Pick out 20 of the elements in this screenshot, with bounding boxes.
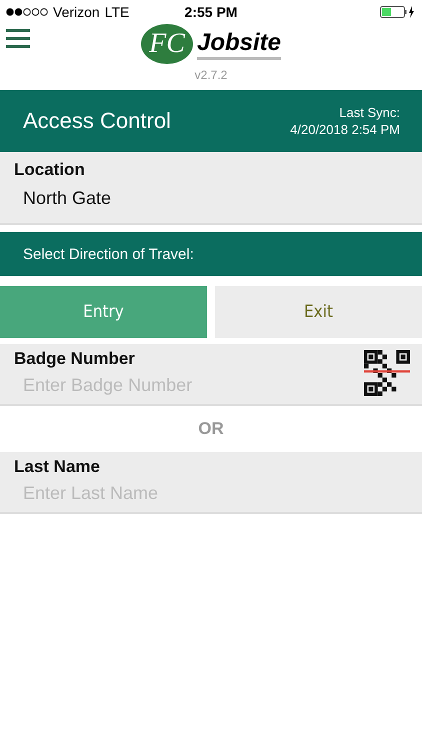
version-text: v2.7.2 [194,68,228,82]
network-text: LTE [104,4,130,20]
menu-button[interactable] [6,28,30,50]
location-value: North Gate [22,187,112,210]
logo-text: Jobsite [196,28,282,60]
sync-time: 4/20/2018 2:54 PM [290,121,400,138]
location-label: Location [14,160,86,180]
last-name-label: Last Name [14,457,101,477]
battery-charging-icon [380,6,416,18]
qr-code-scanner-icon[interactable] [364,350,410,396]
direction-button[interactable]: Exit [215,286,422,338]
page-title: Access Control [23,108,171,134]
clock-text: 2:55 PM [184,4,238,20]
badge-label: Badge Number [14,349,136,369]
sync-label: Last Sync: [339,104,400,121]
direction-prompt: Select Direction of Travel: [23,246,194,262]
signal-icon [6,8,48,16]
or-separator: OR [198,419,224,439]
carrier-text: Verizon [53,4,100,20]
logo-mark: FC [140,24,193,64]
